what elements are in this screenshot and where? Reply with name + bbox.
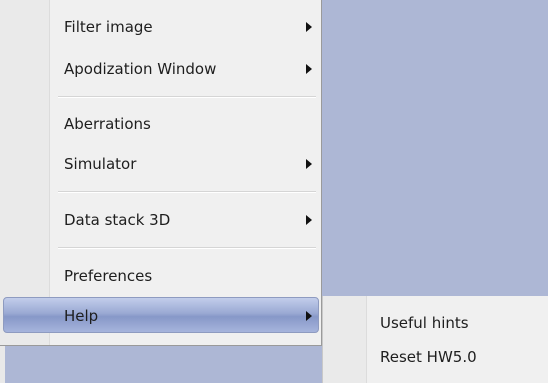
menu-item-label: Apodization Window xyxy=(64,60,217,78)
context-menu: Filter image Apodization Window Aberrati… xyxy=(0,0,322,346)
menu-item-preferences[interactable]: Preferences xyxy=(0,258,321,294)
menu-separator xyxy=(58,247,316,249)
help-submenu: Useful hints Reset HW5.0 xyxy=(322,296,548,383)
submenu-item-useful-hints[interactable]: Useful hints xyxy=(323,306,548,340)
menu-item-data-stack-3d[interactable]: Data stack 3D xyxy=(0,202,321,238)
menu-item-label: Aberrations xyxy=(64,115,151,133)
menu-separator xyxy=(58,191,316,193)
menu-item-label: Filter image xyxy=(64,18,153,36)
menu-item-filter-image[interactable]: Filter image xyxy=(0,9,321,45)
submenu-arrow-icon xyxy=(306,64,312,74)
menu-item-label: Data stack 3D xyxy=(64,211,171,229)
submenu-arrow-icon xyxy=(306,22,312,32)
menu-item-apodization-window[interactable]: Apodization Window xyxy=(0,51,321,87)
submenu-item-label: Reset HW5.0 xyxy=(380,348,477,366)
menu-item-aberrations[interactable]: Aberrations xyxy=(0,106,321,142)
menu-item-label: Simulator xyxy=(64,155,137,173)
submenu-arrow-icon xyxy=(306,215,312,225)
menu-shadow-edge xyxy=(0,346,5,383)
submenu-item-label: Useful hints xyxy=(380,314,469,332)
submenu-arrow-icon xyxy=(306,159,312,169)
menu-item-label: Preferences xyxy=(64,267,153,285)
menu-item-simulator[interactable]: Simulator xyxy=(0,146,321,182)
submenu-arrow-icon xyxy=(306,311,312,321)
menu-item-help[interactable]: Help xyxy=(3,297,319,333)
menu-item-label: Help xyxy=(64,307,99,325)
submenu-item-reset-hw[interactable]: Reset HW5.0 xyxy=(323,340,548,374)
menu-separator xyxy=(58,96,316,98)
